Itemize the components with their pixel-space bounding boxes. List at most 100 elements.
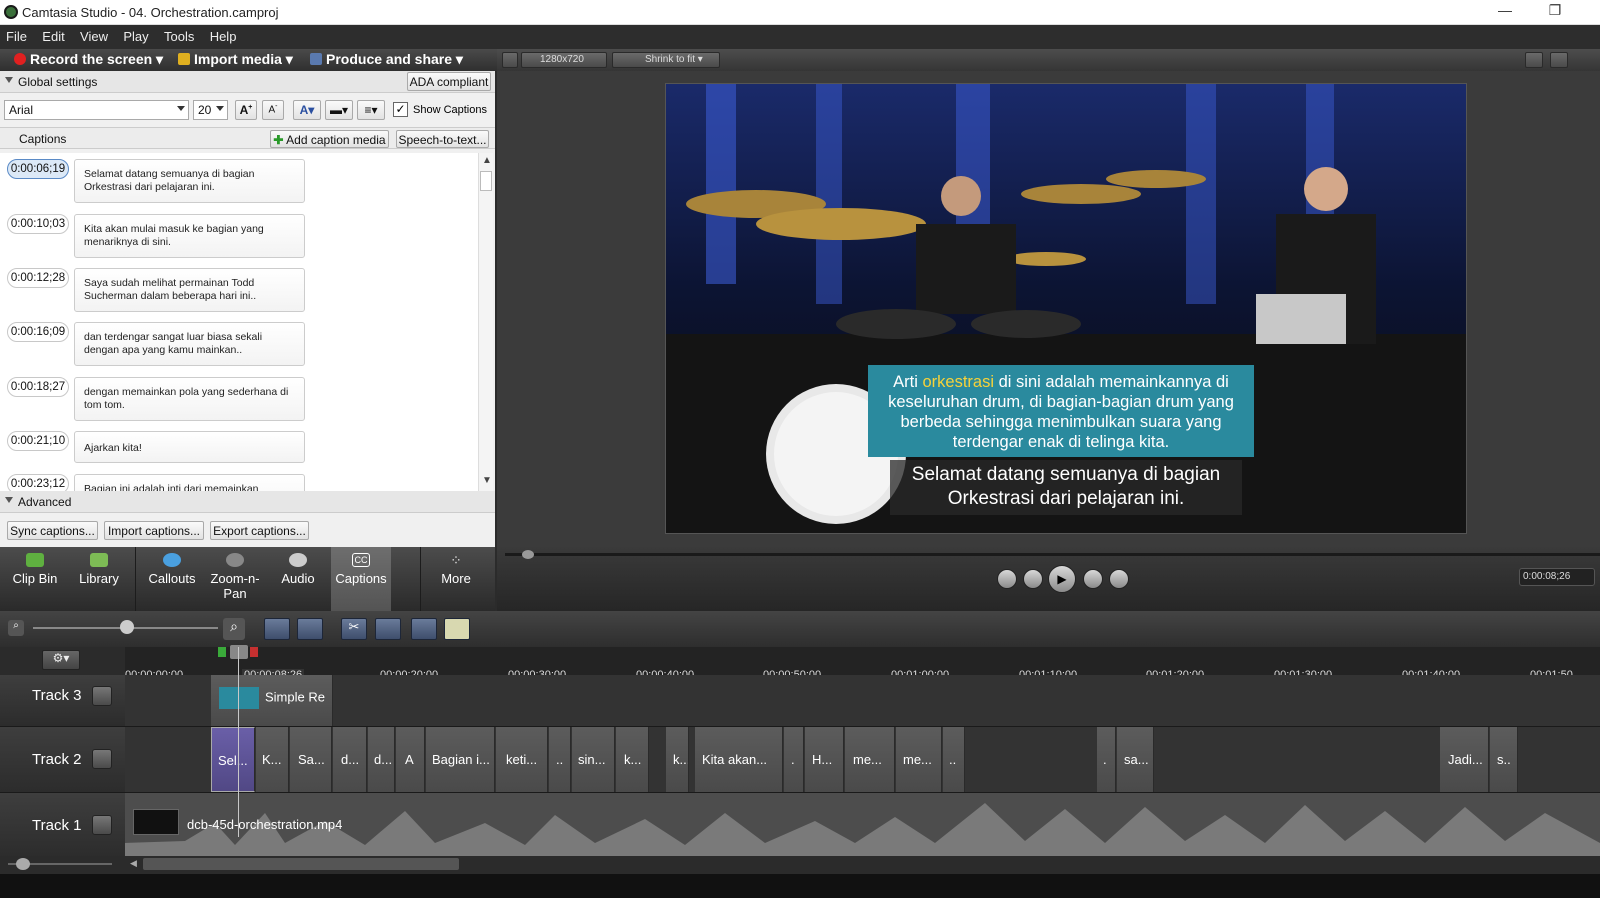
caption-clip[interactable]: d... bbox=[333, 727, 367, 792]
caption-text[interactable]: Ajarkan kita! bbox=[74, 431, 305, 463]
caption-clip[interactable]: k... bbox=[616, 727, 649, 792]
tab-library[interactable]: Library bbox=[66, 547, 132, 611]
sync-captions-button[interactable]: Sync captions... bbox=[7, 521, 98, 540]
undo-button[interactable] bbox=[264, 618, 290, 640]
lock-icon[interactable] bbox=[92, 815, 112, 835]
caption-text[interactable]: Saya sudah melihat permainan Todd Sucher… bbox=[74, 268, 305, 312]
scrub-thumb[interactable] bbox=[522, 550, 534, 559]
scroll-up-icon[interactable]: ▲ bbox=[482, 155, 492, 166]
caption-time[interactable]: 0:00:10;03 bbox=[7, 214, 69, 234]
caption-clip[interactable]: sa... bbox=[1117, 727, 1154, 792]
playhead-handle[interactable] bbox=[230, 645, 248, 659]
caption-scrollbar[interactable]: ▲ ▼ bbox=[478, 153, 493, 491]
minimize-button[interactable]: — bbox=[1490, 2, 1520, 18]
caption-clip[interactable]: .. bbox=[943, 727, 965, 792]
caption-clip[interactable]: Kita akan... bbox=[695, 727, 783, 792]
caption-item[interactable]: 0:00:16;09 dan terdengar sangat luar bia… bbox=[0, 316, 478, 370]
track-header[interactable]: Track 2 bbox=[0, 727, 125, 793]
menu-tools[interactable]: Tools bbox=[158, 25, 200, 44]
scroll-thumb[interactable] bbox=[480, 171, 492, 191]
caption-clip[interactable]: Sel... bbox=[211, 727, 255, 792]
tab-captions[interactable]: CC Captions bbox=[331, 547, 391, 611]
skip-back-button[interactable] bbox=[997, 569, 1017, 589]
tab-clip-bin[interactable]: Clip Bin bbox=[0, 547, 70, 611]
speech-to-text-button[interactable]: Speech-to-text... bbox=[396, 130, 489, 148]
selection-in-marker[interactable] bbox=[218, 647, 226, 657]
caption-time[interactable]: 0:00:18;27 bbox=[7, 377, 69, 397]
gear-icon[interactable]: ⚙▾ bbox=[42, 650, 80, 670]
selection-out-marker[interactable] bbox=[250, 647, 258, 657]
track-body[interactable]: Simple Re bbox=[125, 675, 1600, 727]
fullscreen-icon[interactable] bbox=[1550, 52, 1568, 68]
zoom-slider-thumb[interactable] bbox=[120, 620, 134, 634]
caption-clip[interactable]: d... bbox=[368, 727, 395, 792]
caption-item[interactable]: 0:00:23;12 Bagian ini adalah inti dari m… bbox=[0, 468, 478, 491]
shrink-font-button[interactable]: A- bbox=[262, 100, 284, 120]
track-body[interactable]: Sel... K... Sa... d... d... A Bagian i..… bbox=[125, 727, 1600, 793]
caption-item[interactable]: 0:00:18;27 dengan memainkan pola yang se… bbox=[0, 371, 478, 425]
caption-time[interactable]: 0:00:06;19 bbox=[7, 159, 69, 179]
caption-clip[interactable]: k... bbox=[666, 727, 689, 792]
caption-time[interactable]: 0:00:12;28 bbox=[7, 268, 69, 288]
playhead[interactable] bbox=[238, 647, 239, 837]
play-button[interactable]: ▶ bbox=[1048, 565, 1076, 593]
import-captions-button[interactable]: Import captions... bbox=[104, 521, 204, 540]
caption-clip[interactable]: s.. bbox=[1490, 727, 1518, 792]
caption-text[interactable]: dan terdengar sangat luar biasa sekali d… bbox=[74, 322, 305, 366]
paste-button[interactable] bbox=[444, 618, 470, 640]
advanced-header[interactable]: Advanced bbox=[0, 491, 495, 513]
ada-compliant-button[interactable]: ADA compliant bbox=[407, 72, 491, 91]
caption-clip[interactable]: Bagian i... bbox=[426, 727, 495, 792]
caption-clip[interactable]: . bbox=[1097, 727, 1116, 792]
track-header[interactable]: Track 1 bbox=[0, 793, 125, 859]
caption-time[interactable]: 0:00:21;10 bbox=[7, 431, 69, 451]
fill-color-button[interactable]: ▬▾ bbox=[325, 100, 353, 120]
scrub-bar[interactable] bbox=[505, 553, 1600, 556]
callout-clip[interactable]: Simple Re bbox=[211, 675, 333, 726]
caption-clip[interactable]: keti... bbox=[496, 727, 548, 792]
copy-button[interactable] bbox=[411, 618, 437, 640]
menu-file[interactable]: File bbox=[0, 25, 33, 44]
menu-help[interactable]: Help bbox=[204, 25, 243, 44]
caption-clip[interactable]: Jadi... bbox=[1440, 727, 1489, 792]
scroll-down-icon[interactable]: ▼ bbox=[482, 475, 492, 486]
restore-button[interactable]: ❐ bbox=[1540, 2, 1570, 19]
zoom-select[interactable]: Shrink to fit ▾ bbox=[612, 52, 720, 68]
caption-text[interactable]: Bagian ini adalah inti dari memainkan bbox=[74, 474, 305, 491]
timeline-scroll-thumb[interactable] bbox=[143, 858, 459, 870]
lock-icon[interactable] bbox=[92, 686, 112, 706]
redo-button[interactable] bbox=[297, 618, 323, 640]
font-size-select[interactable]: 20 bbox=[193, 100, 228, 120]
show-captions-checkbox[interactable]: ✓ bbox=[393, 102, 408, 117]
dimensions-select[interactable]: 1280x720 bbox=[521, 52, 607, 68]
global-settings-header[interactable]: Global settings ADA compliant bbox=[0, 71, 495, 93]
import-media-button[interactable]: Import media ▾ bbox=[178, 51, 293, 68]
export-captions-button[interactable]: Export captions... bbox=[210, 521, 309, 540]
grow-font-button[interactable]: A+ bbox=[235, 100, 257, 120]
lock-icon[interactable] bbox=[92, 749, 112, 769]
caption-text[interactable]: dengan memainkan pola yang sederhana di … bbox=[74, 377, 305, 421]
fit-icon[interactable] bbox=[502, 52, 518, 68]
rewind-button[interactable] bbox=[1023, 569, 1043, 589]
callout-box[interactable]: Arti orkestrasi di sini adalah memainkan… bbox=[868, 365, 1254, 457]
produce-share-button[interactable]: Produce and share ▾ bbox=[310, 51, 463, 68]
caption-text[interactable]: Kita akan mulai masuk ke bagian yang men… bbox=[74, 214, 305, 258]
caption-item[interactable]: 0:00:10;03 Kita akan mulai masuk ke bagi… bbox=[0, 208, 478, 262]
scroll-left-icon[interactable]: ◀ bbox=[130, 858, 140, 870]
tab-audio[interactable]: Audio bbox=[268, 547, 328, 611]
caption-text[interactable]: Selamat datang semuanya di bagian Orkest… bbox=[74, 159, 305, 203]
fast-forward-button[interactable] bbox=[1083, 569, 1103, 589]
zoom-in-icon[interactable]: ⌕ bbox=[223, 618, 245, 640]
timeline-scrollbar[interactable]: ◀ bbox=[0, 856, 1600, 874]
track-height-thumb[interactable] bbox=[16, 858, 30, 870]
caption-item[interactable]: 0:00:12;28 Saya sudah melihat permainan … bbox=[0, 262, 478, 316]
caption-clip[interactable]: K... bbox=[256, 727, 289, 792]
track-header[interactable]: Track 3 bbox=[0, 675, 125, 727]
tab-callouts[interactable]: Callouts bbox=[140, 547, 204, 611]
align-button[interactable]: ≡▾ bbox=[357, 100, 385, 120]
timeline-ruler[interactable]: 00:00:00;00 00:00:08;26 00:00:20;00 00:0… bbox=[125, 647, 1600, 681]
menu-edit[interactable]: Edit bbox=[36, 25, 70, 44]
caption-time[interactable]: 0:00:16;09 bbox=[7, 322, 69, 342]
caption-clip[interactable]: . bbox=[784, 727, 804, 792]
caption-clip[interactable]: Sa... bbox=[290, 727, 332, 792]
